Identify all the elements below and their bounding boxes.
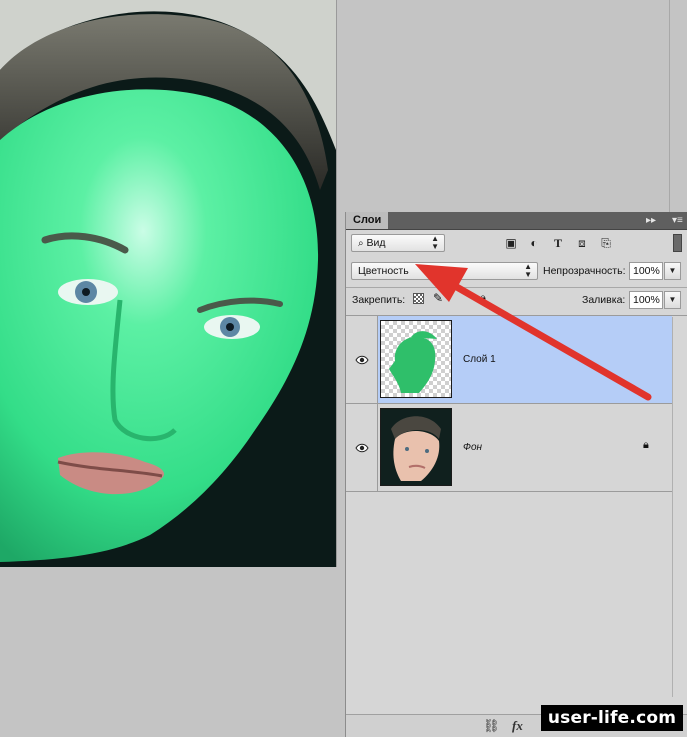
annotation-arrow <box>415 264 652 401</box>
watermark: user-life.com <box>541 705 683 731</box>
